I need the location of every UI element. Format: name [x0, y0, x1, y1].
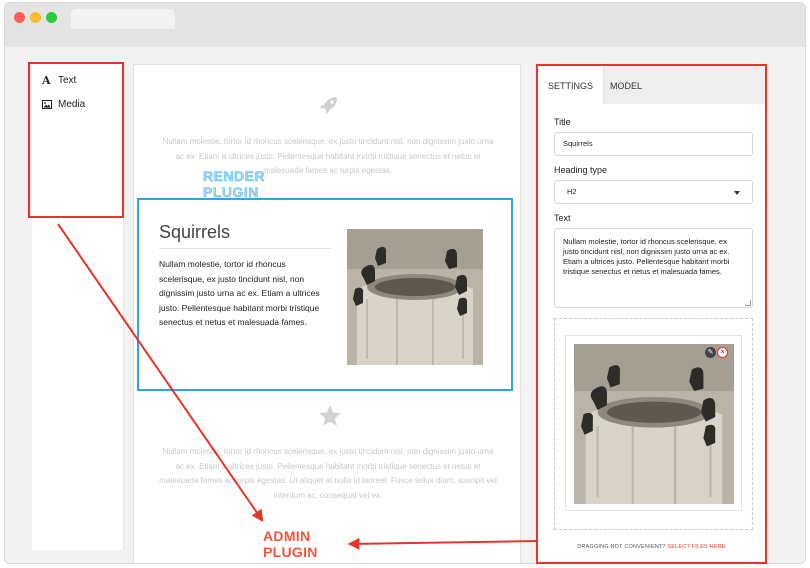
caret-down-icon	[734, 191, 740, 195]
browser-tab[interactable]	[71, 9, 175, 29]
title-label: Title	[554, 117, 571, 127]
heading-type-value: H2	[567, 187, 577, 196]
window-titlebar	[5, 3, 805, 47]
heading-type-select[interactable]: H2	[554, 180, 753, 204]
media-dropzone[interactable]: ✎ ×	[554, 318, 753, 530]
text-label: Text	[554, 213, 571, 223]
render-text: Nullam molestie, tortor id rhoncus scele…	[159, 259, 320, 327]
render-title: Squirrels	[159, 222, 331, 249]
panel-tabs: SETTINGS MODEL	[538, 66, 765, 104]
admin-plugin-panel: SETTINGS MODEL Title Squirrels Heading t…	[536, 64, 767, 564]
edit-media-button[interactable]: ✎	[705, 347, 716, 358]
drag-note-text: DRAGGING NOT CONVENIENT?	[577, 544, 666, 550]
remove-media-button[interactable]: ×	[717, 347, 728, 358]
text-textarea[interactable]: Nullam molestie, tortor id rhoncus scele…	[554, 228, 753, 308]
admin-plugin-annotation: ADMIN PLUGIN	[263, 528, 318, 560]
media-card: ✎ ×	[565, 335, 742, 511]
tab-model[interactable]: MODEL	[600, 66, 652, 104]
render-plugin-annotation: RENDER PLUGIN	[203, 168, 266, 200]
minimize-window-icon[interactable]	[30, 12, 41, 23]
render-plugin-block[interactable]: Squirrels Nullam molestie, tortor id rho…	[137, 198, 513, 391]
palette-highlight-frame	[28, 62, 124, 218]
title-input[interactable]: Squirrels	[554, 132, 753, 156]
squirrel-fountain-photo	[347, 229, 483, 365]
maximize-window-icon[interactable]	[46, 12, 57, 23]
heading-type-label: Heading type	[554, 165, 608, 175]
resize-grip-icon[interactable]	[745, 300, 751, 306]
media-thumbnail	[574, 344, 734, 504]
text-textarea-value: Nullam molestie, tortor id rhoncus scele…	[563, 237, 730, 276]
tab-settings[interactable]: SETTINGS	[538, 66, 605, 104]
drag-note: DRAGGING NOT CONVENIENT? SELECT FILES HE…	[538, 544, 765, 550]
close-window-icon[interactable]	[14, 12, 25, 23]
select-files-link[interactable]: SELECT FILES HERE	[667, 544, 725, 550]
ghost-text-bottom: Nullam molestie, tortor id rhoncus scele…	[159, 447, 497, 500]
rocket-icon	[320, 97, 337, 114]
star-icon	[319, 405, 341, 426]
